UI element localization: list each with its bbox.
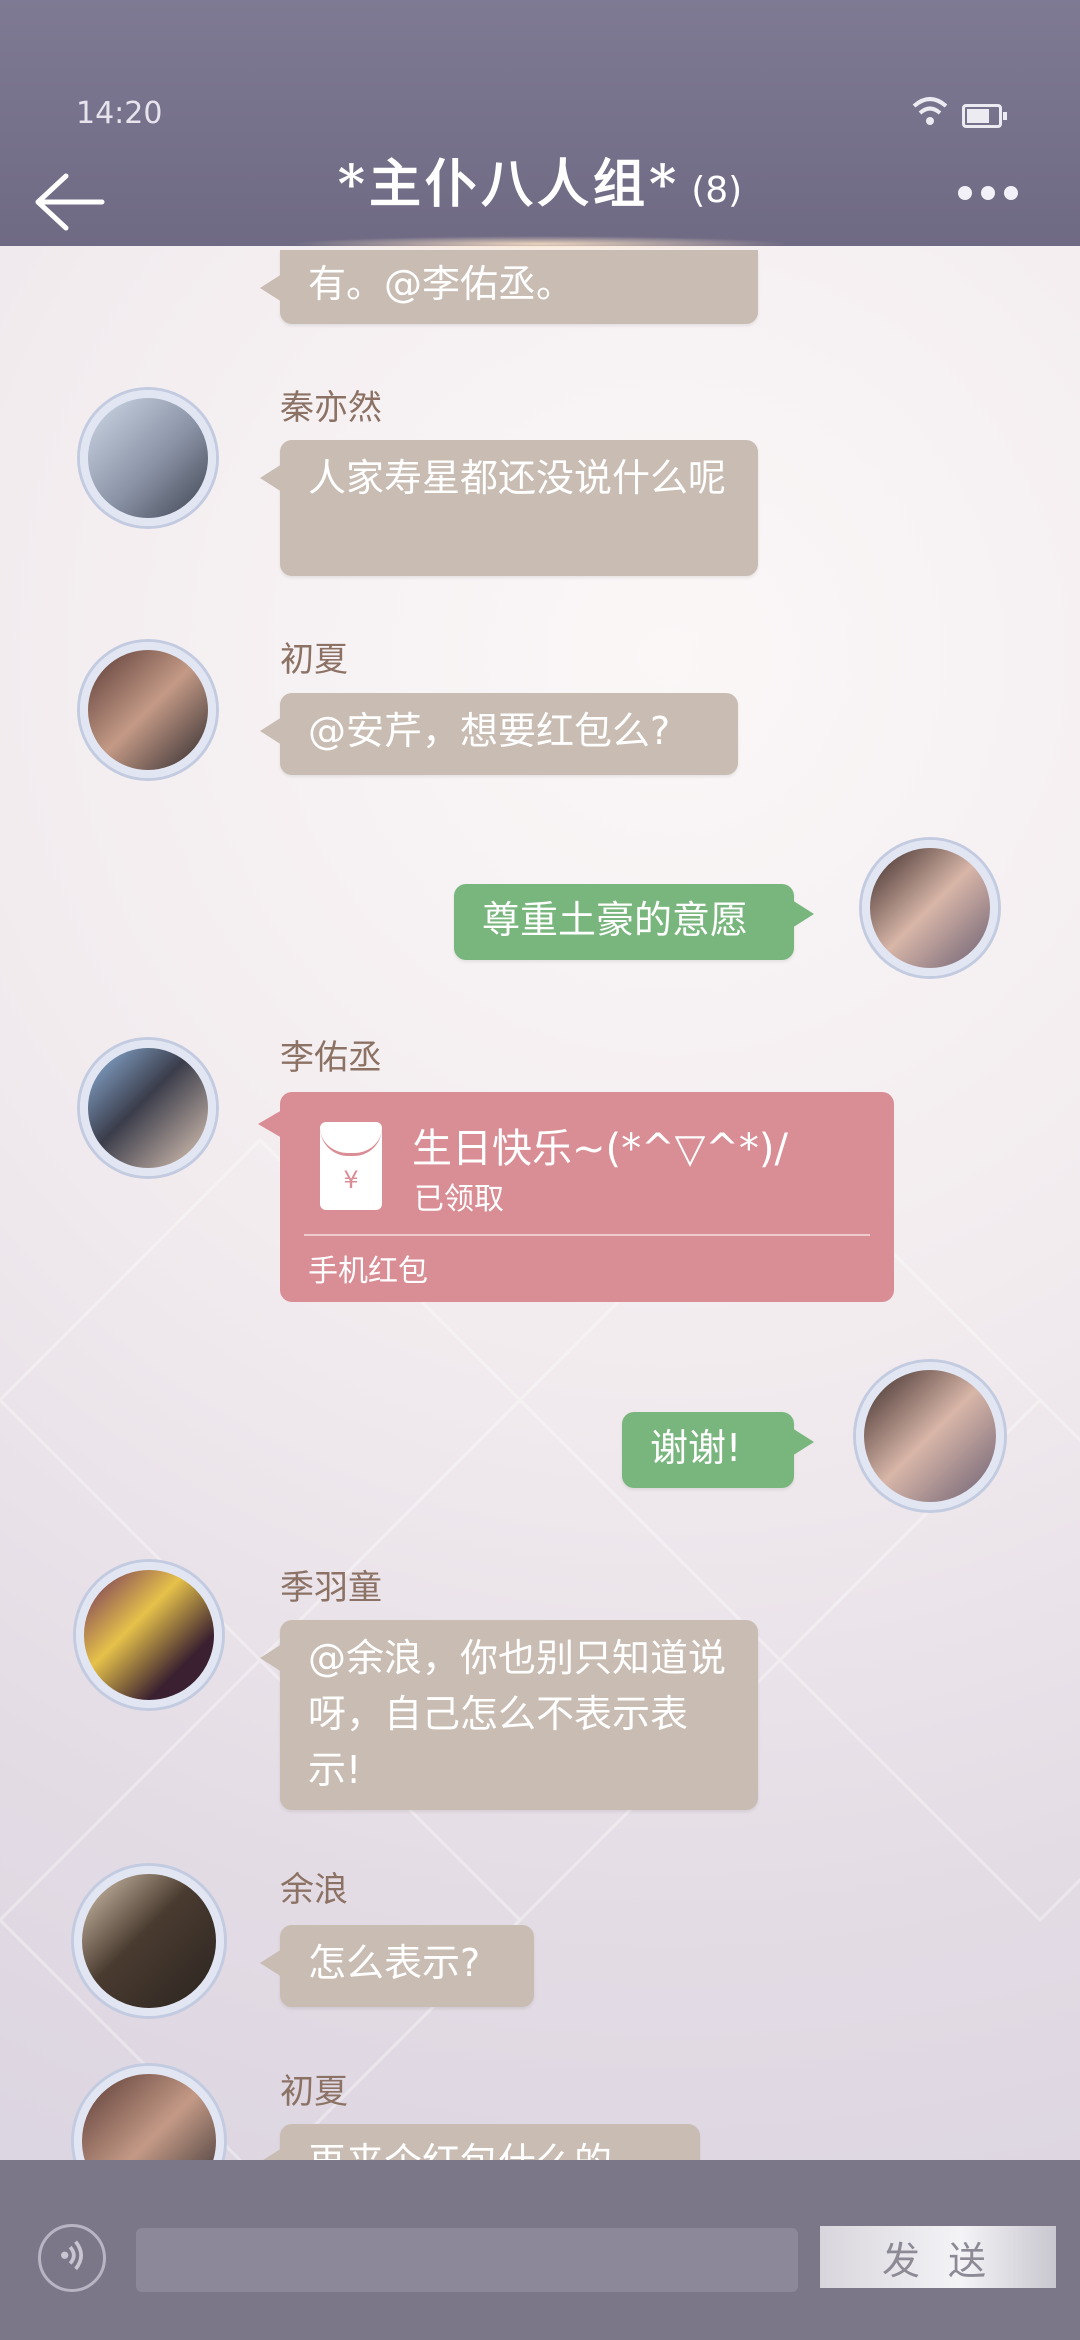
group-name: *主仆八人组* [337,154,681,215]
divider [304,1234,870,1236]
member-count: (8) [691,170,743,211]
message-bubble[interactable]: 有。@李佑丞。 [260,250,758,324]
message-text: 怎么表示? [308,1941,481,1985]
avatar[interactable] [80,642,216,778]
message-text: @安芹，想要红包么? [308,709,671,753]
message-bubble[interactable]: 尊重土豪的意愿 [454,884,814,960]
message-bubble[interactable]: @余浪，你也别只知道说呀，自己怎么不表示表示! [260,1620,758,1810]
my-avatar[interactable] [856,1362,1004,1510]
avatar[interactable] [80,1040,216,1176]
message-bubble[interactable]: 怎么表示? [260,1925,534,2007]
status-time: 14:20 [76,96,163,131]
battery-icon [962,104,1007,128]
red-packet-icon: ¥ [320,1122,382,1210]
yen-symbol: ¥ [343,1166,359,1194]
message-input[interactable] [136,2228,798,2292]
sender-name: 初夏 [280,640,348,680]
message-text: @余浪，你也别只知道说呀，自己怎么不表示表示! [308,1636,727,1792]
sender-name: 秦亦然 [280,388,382,428]
avatar[interactable] [80,390,216,526]
red-packet-card[interactable]: ¥ 生日快乐~(*^▽^*)/ 已领取 手机红包 [258,1092,894,1302]
red-packet-footer: 手机红包 [308,1254,428,1289]
voice-icon [61,2240,83,2271]
message-bubble[interactable]: 谢谢! [622,1412,814,1488]
message-text: 人家寿星都还没说什么呢 [308,456,727,500]
message-bubble[interactable]: 人家寿星都还没说什么呢 [260,440,758,576]
sender-name: 李佑丞 [280,1038,382,1078]
message-text: 尊重土豪的意愿 [482,898,749,942]
red-packet-title: 生日快乐~(*^▽^*)/ [412,1126,788,1172]
chat-title: *主仆八人组* (8) [0,142,1080,217]
message-text: 有。@李佑丞。 [308,262,575,306]
wifi-icon [912,97,948,125]
red-packet-status: 已领取 [414,1182,504,1217]
voice-button[interactable] [38,2224,106,2292]
send-button[interactable]: 发 送 [820,2226,1056,2288]
message-text: 谢谢! [650,1426,742,1470]
sender-name: 初夏 [280,2072,348,2112]
more-options-icon[interactable] [958,186,1018,206]
avatar[interactable] [76,1562,222,1708]
message-bubble[interactable]: @安芹，想要红包么? [260,693,738,775]
sender-name: 季羽童 [280,1568,382,1608]
avatar[interactable] [74,1866,224,2016]
my-avatar[interactable] [862,840,998,976]
sender-name: 余浪 [280,1870,348,1910]
